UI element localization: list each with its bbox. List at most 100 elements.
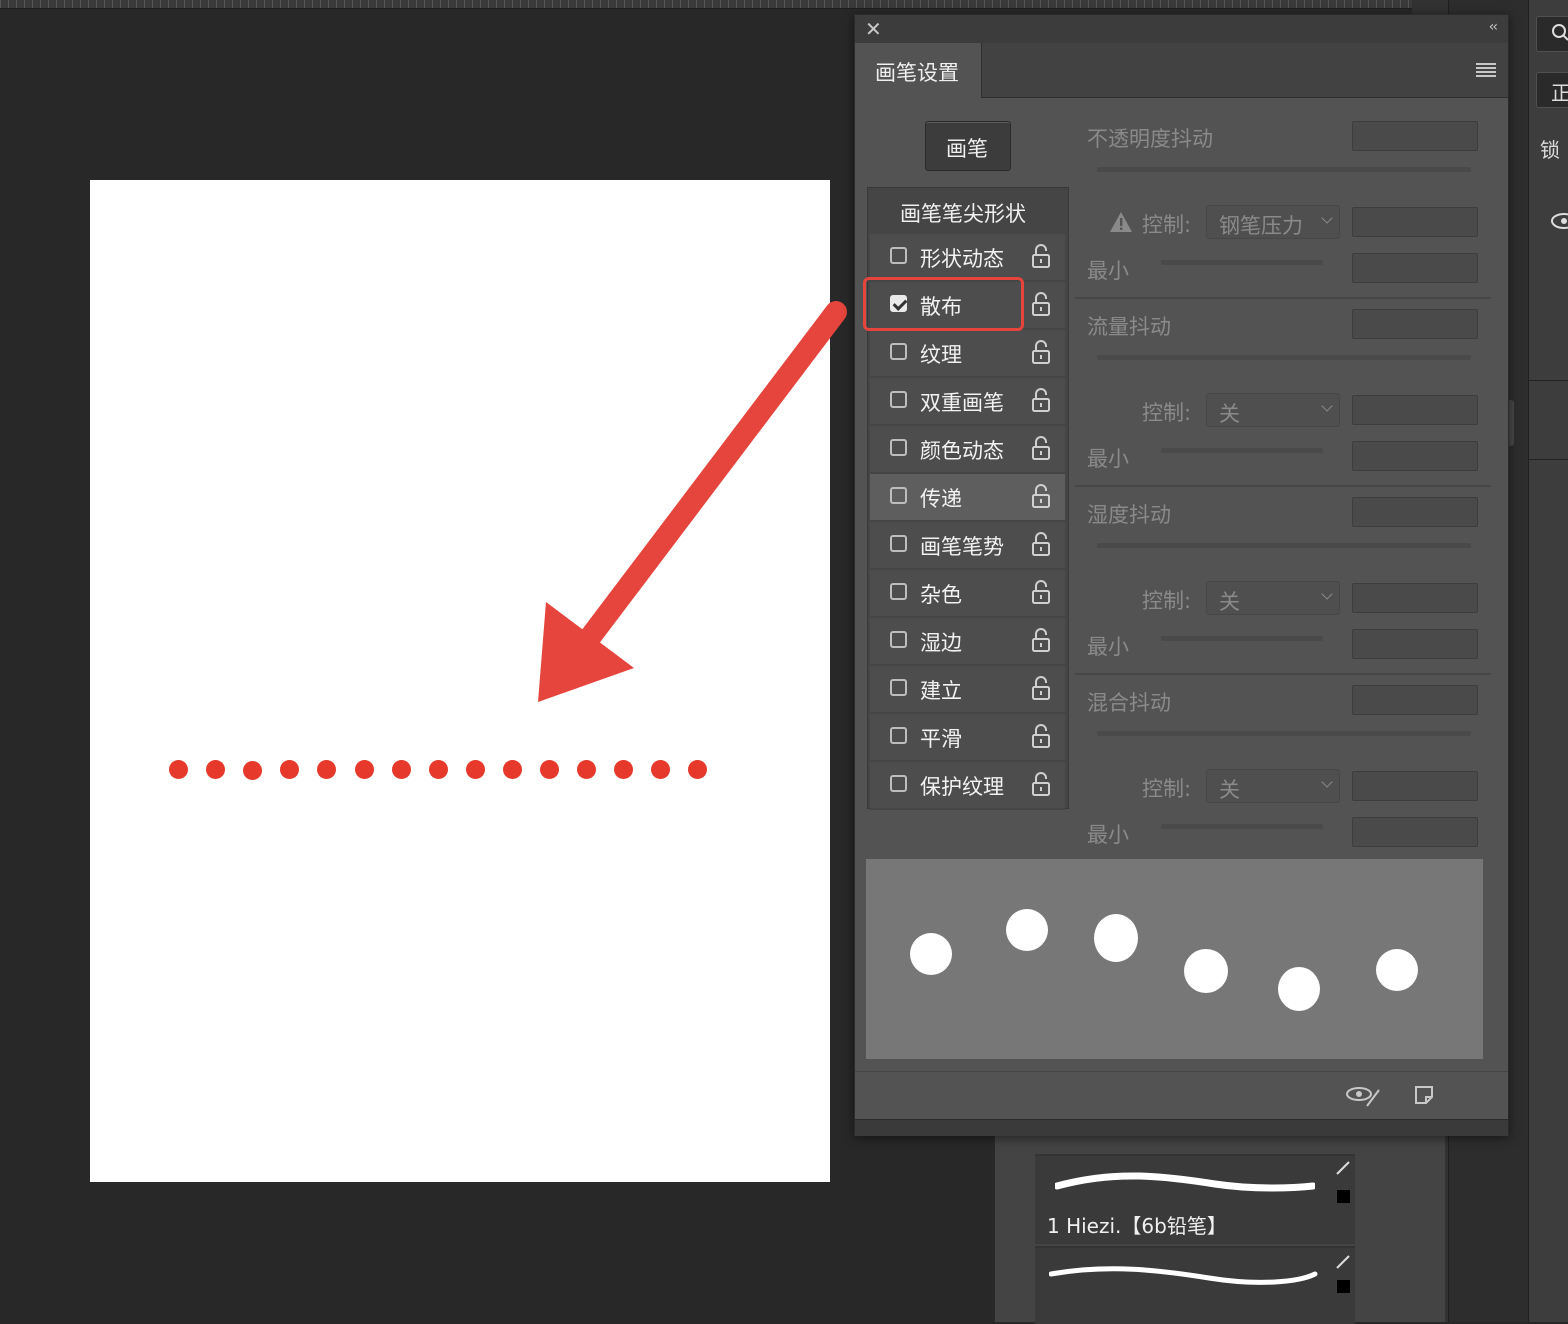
- stroke-dot: [354, 760, 374, 779]
- tab-brush-settings[interactable]: 画笔设置: [855, 43, 982, 98]
- lock-icon[interactable]: [1032, 724, 1050, 748]
- dock-divider: [1528, 380, 1568, 460]
- blend-mode-select[interactable]: 正: [1536, 72, 1568, 108]
- eye-brush-icon[interactable]: [1345, 1084, 1385, 1108]
- collapse-icon[interactable]: ‹‹: [1489, 19, 1498, 35]
- dock-search-button[interactable]: [1536, 16, 1568, 52]
- preview-dot: [1006, 909, 1048, 951]
- brush-icon: [1336, 1255, 1350, 1269]
- flow-control-label: 控制:: [1142, 401, 1192, 425]
- option-checkbox[interactable]: [890, 535, 907, 552]
- chevron-down-icon: [1321, 588, 1333, 600]
- canvas-document[interactable]: [90, 180, 830, 1182]
- list-item-option[interactable]: 建立: [870, 666, 1065, 714]
- preview-dot: [1376, 949, 1418, 991]
- close-icon[interactable]: ✕: [865, 17, 882, 41]
- flow-control-select[interactable]: 关: [1206, 393, 1340, 427]
- option-checkbox[interactable]: [890, 391, 907, 408]
- list-item-option[interactable]: 纹理: [870, 330, 1065, 378]
- lock-label: 锁: [1540, 138, 1560, 162]
- list-item-option[interactable]: 画笔笔势: [870, 522, 1065, 570]
- brushes-button[interactable]: 画笔: [925, 121, 1011, 171]
- mix-jitter-field[interactable]: [1352, 685, 1478, 715]
- lock-icon[interactable]: [1032, 772, 1050, 796]
- new-preset-icon[interactable]: [1413, 1084, 1435, 1106]
- lock-icon[interactable]: [1032, 388, 1050, 412]
- stroke-dot: [428, 760, 448, 779]
- lock-icon[interactable]: [1032, 484, 1050, 508]
- list-item-option[interactable]: 平滑: [870, 714, 1065, 762]
- lock-icon[interactable]: [1032, 244, 1050, 268]
- lock-icon[interactable]: [1032, 436, 1050, 460]
- option-label: 形状动态: [920, 247, 1004, 271]
- option-checkbox[interactable]: [890, 439, 907, 456]
- list-item-option[interactable]: 颜色动态: [870, 426, 1065, 474]
- panel-resize-bar[interactable]: [855, 1119, 1508, 1136]
- highlight-box: [863, 277, 1024, 331]
- lock-icon[interactable]: [1032, 580, 1050, 604]
- lock-icon[interactable]: [1032, 532, 1050, 556]
- chevron-down-icon: [1321, 776, 1333, 788]
- flow-minimum-label: 最小: [1087, 447, 1129, 471]
- eye-icon[interactable]: [1548, 210, 1568, 232]
- wetness-minimum-field[interactable]: [1352, 629, 1478, 659]
- option-checkbox[interactable]: [890, 343, 907, 360]
- list-item-option[interactable]: 双重画笔: [870, 378, 1065, 426]
- flow-jitter-label: 流量抖动: [1087, 315, 1171, 339]
- list-item-option[interactable]: 杂色: [870, 570, 1065, 618]
- wetness-control-field[interactable]: [1352, 583, 1478, 613]
- opacity-jitter-label: 不透明度抖动: [1087, 127, 1213, 151]
- mix-control-label: 控制:: [1142, 777, 1192, 801]
- list-item-brush-tip-shape[interactable]: 画笔笔尖形状: [868, 188, 1068, 232]
- brush-icon: [1336, 1161, 1350, 1175]
- brushes-button-label: 画笔: [946, 137, 988, 161]
- mix-minimum-field[interactable]: [1352, 817, 1478, 847]
- panel-menu-icon[interactable]: [1476, 63, 1496, 77]
- option-checkbox[interactable]: [890, 631, 907, 648]
- brush-preset-item[interactable]: 1 Hiezi.【6b铅笔】: [1035, 1154, 1355, 1244]
- lock-icon[interactable]: [1032, 340, 1050, 364]
- option-label: 传递: [920, 487, 962, 511]
- lock-icon[interactable]: [1032, 676, 1050, 700]
- option-checkbox[interactable]: [890, 583, 907, 600]
- flow-jitter-field[interactable]: [1352, 309, 1478, 339]
- list-item-option[interactable]: 湿边: [870, 618, 1065, 666]
- list-item-option[interactable]: 形状动态: [870, 234, 1065, 282]
- option-checkbox[interactable]: [890, 727, 907, 744]
- mix-control-select[interactable]: 关: [1206, 769, 1340, 803]
- blend-mode-glyph: 正: [1551, 81, 1568, 105]
- opacity-control-field[interactable]: [1352, 207, 1478, 237]
- wetness-jitter-field[interactable]: [1352, 497, 1478, 527]
- lock-icon[interactable]: [1032, 628, 1050, 652]
- brush-preset-item[interactable]: [1035, 1246, 1355, 1324]
- section-divider: [1075, 297, 1491, 299]
- lock-icon[interactable]: [1032, 292, 1050, 316]
- brush-color-swatch: [1337, 1190, 1350, 1203]
- mix-jitter-slider[interactable]: [1097, 731, 1471, 736]
- option-label: 颜色动态: [920, 439, 1004, 463]
- wetness-control-select[interactable]: 关: [1206, 581, 1340, 615]
- flow-jitter-slider[interactable]: [1097, 355, 1471, 360]
- wetness-minimum-slider[interactable]: [1161, 636, 1323, 641]
- opacity-jitter-slider[interactable]: [1097, 167, 1471, 172]
- flow-control-value: 关: [1219, 402, 1240, 426]
- option-checkbox[interactable]: [890, 679, 907, 696]
- opacity-jitter-field[interactable]: [1352, 121, 1478, 151]
- list-item-option[interactable]: 传递: [870, 474, 1065, 522]
- option-checkbox[interactable]: [890, 247, 907, 264]
- option-checkbox[interactable]: [890, 775, 907, 792]
- mix-control-field[interactable]: [1352, 771, 1478, 801]
- flow-minimum-field[interactable]: [1352, 441, 1478, 471]
- option-checkbox[interactable]: [890, 487, 907, 504]
- wetness-jitter-slider[interactable]: [1097, 543, 1471, 548]
- list-item-option[interactable]: 保护纹理: [870, 762, 1065, 810]
- opacity-minimum-slider[interactable]: [1161, 260, 1323, 265]
- mix-jitter-label: 混合抖动: [1087, 691, 1171, 715]
- panel-footer: [855, 1071, 1508, 1122]
- opacity-control-select[interactable]: 钢笔压力: [1206, 205, 1340, 239]
- flow-control-field[interactable]: [1352, 395, 1478, 425]
- flow-minimum-slider[interactable]: [1161, 448, 1323, 453]
- mix-minimum-slider[interactable]: [1161, 824, 1323, 829]
- stroke-dot: [465, 760, 485, 779]
- opacity-minimum-field[interactable]: [1352, 253, 1478, 283]
